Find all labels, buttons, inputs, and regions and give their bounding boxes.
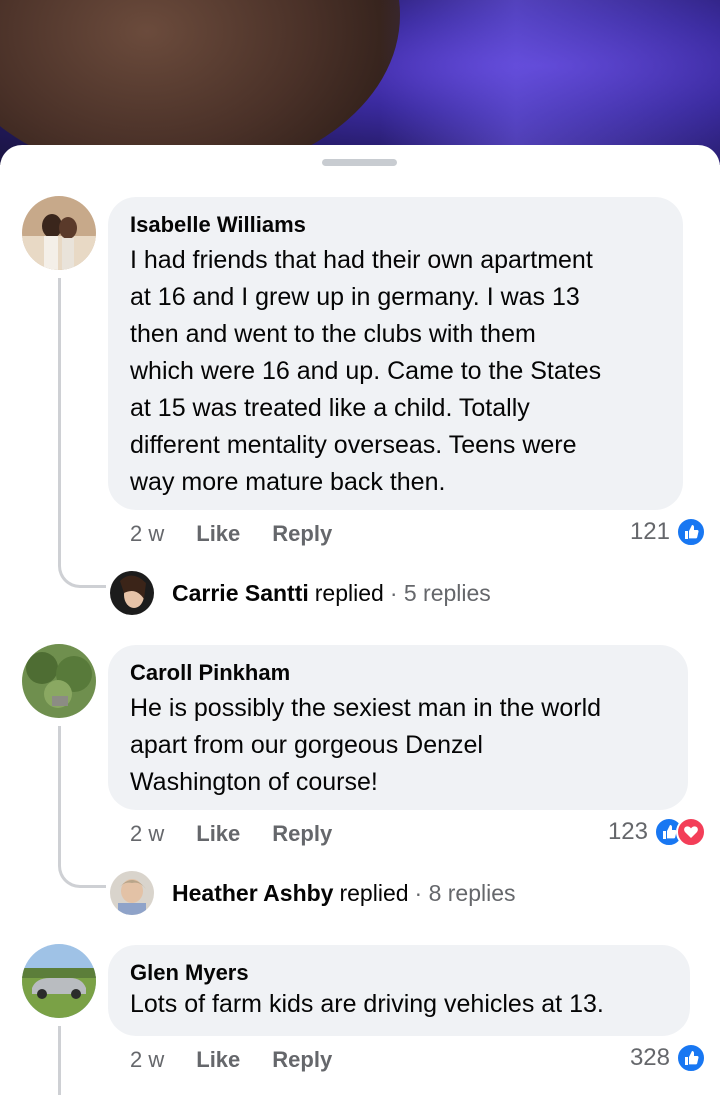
reaction-count: 121 — [629, 518, 670, 545]
comment-bubble[interactable]: Caroll Pinkham He is possibly the sexies… — [108, 645, 688, 810]
comment-text-line: I had friends that had their own apartme… — [130, 246, 593, 274]
reply-author[interactable]: Carrie Santti — [172, 580, 309, 607]
sheet-drag-handle[interactable] — [322, 159, 397, 166]
reply-button[interactable]: Reply — [272, 1047, 332, 1073]
comment-timestamp[interactable]: 2 w — [130, 1047, 164, 1073]
avatar-caroll-pinkham[interactable] — [22, 644, 96, 718]
comment-text-line: at 16 and I grew up in germany. I was 13 — [130, 283, 580, 311]
video-backdrop — [0, 0, 720, 165]
like-icon — [676, 517, 706, 547]
reply-count: · 8 replies — [414, 879, 516, 906]
comment-bubble[interactable]: Isabelle Williams I had friends that had… — [108, 197, 683, 510]
avatar-carrie-santti — [110, 571, 154, 615]
backdrop-lights — [380, 0, 720, 165]
comment-actions: 2 w Like Reply — [130, 821, 364, 847]
comment-timestamp[interactable]: 2 w — [130, 821, 164, 847]
comment-text-line: at 15 was treated like a child. Totally — [130, 394, 530, 422]
comment-bubble[interactable]: Glen Myers Lots of farm kids are driving… — [108, 945, 690, 1036]
comment-text-line: then and went to the clubs with them — [130, 320, 536, 348]
reaction-summary[interactable]: 328 — [630, 1043, 706, 1073]
reaction-count: 123 — [607, 818, 648, 845]
like-icon — [676, 1043, 706, 1073]
thread-line — [58, 726, 61, 860]
thread-line — [58, 1026, 61, 1095]
comment-text-line: apart from our gorgeous Denzel — [130, 731, 483, 759]
love-icon — [676, 817, 706, 847]
reply-verb: replied — [339, 879, 409, 906]
comment-text-line: Washington of course! — [130, 768, 378, 796]
reaction-summary[interactable]: 123 — [608, 817, 706, 847]
reaction-summary[interactable]: 121 — [630, 517, 706, 547]
comment-text-line: Lots of farm kids are driving vehicles a… — [130, 990, 604, 1018]
comment-actions: 2 w Like Reply — [130, 521, 364, 547]
reply-button[interactable]: Reply — [272, 821, 332, 847]
comment-text-line: way more mature back then. — [130, 468, 446, 496]
like-button[interactable]: Like — [196, 521, 240, 547]
reply-count: · 5 replies — [389, 579, 491, 606]
reply-author[interactable]: Heather Ashby — [172, 880, 333, 907]
avatar-heather-ashby — [110, 871, 154, 915]
like-button[interactable]: Like — [196, 1047, 240, 1073]
reply-button[interactable]: Reply — [272, 521, 332, 547]
comment-author[interactable]: Glen Myers — [130, 960, 668, 986]
replies-summary[interactable]: Heather Ashby replied · 8 replies — [110, 871, 516, 915]
like-button[interactable]: Like — [196, 821, 240, 847]
reply-verb: replied — [314, 579, 384, 606]
reaction-count: 328 — [629, 1044, 670, 1071]
comment-timestamp[interactable]: 2 w — [130, 521, 164, 547]
thread-line — [58, 278, 61, 560]
comment-actions: 2 w Like Reply — [130, 1047, 364, 1073]
avatar-isabelle-williams[interactable] — [22, 196, 96, 270]
avatar-glen-myers[interactable] — [22, 944, 96, 1018]
comment-author[interactable]: Caroll Pinkham — [130, 660, 666, 686]
comment-author[interactable]: Isabelle Williams — [130, 212, 661, 238]
backdrop-person — [0, 0, 400, 165]
comment-text-line: different mentality overseas. Teens were — [130, 431, 577, 459]
comment-text-line: He is possibly the sexiest man in the wo… — [130, 694, 602, 722]
comment-text-line: which were 16 and up. Came to the States — [130, 357, 602, 385]
replies-summary[interactable]: Carrie Santti replied · 5 replies — [110, 571, 491, 615]
